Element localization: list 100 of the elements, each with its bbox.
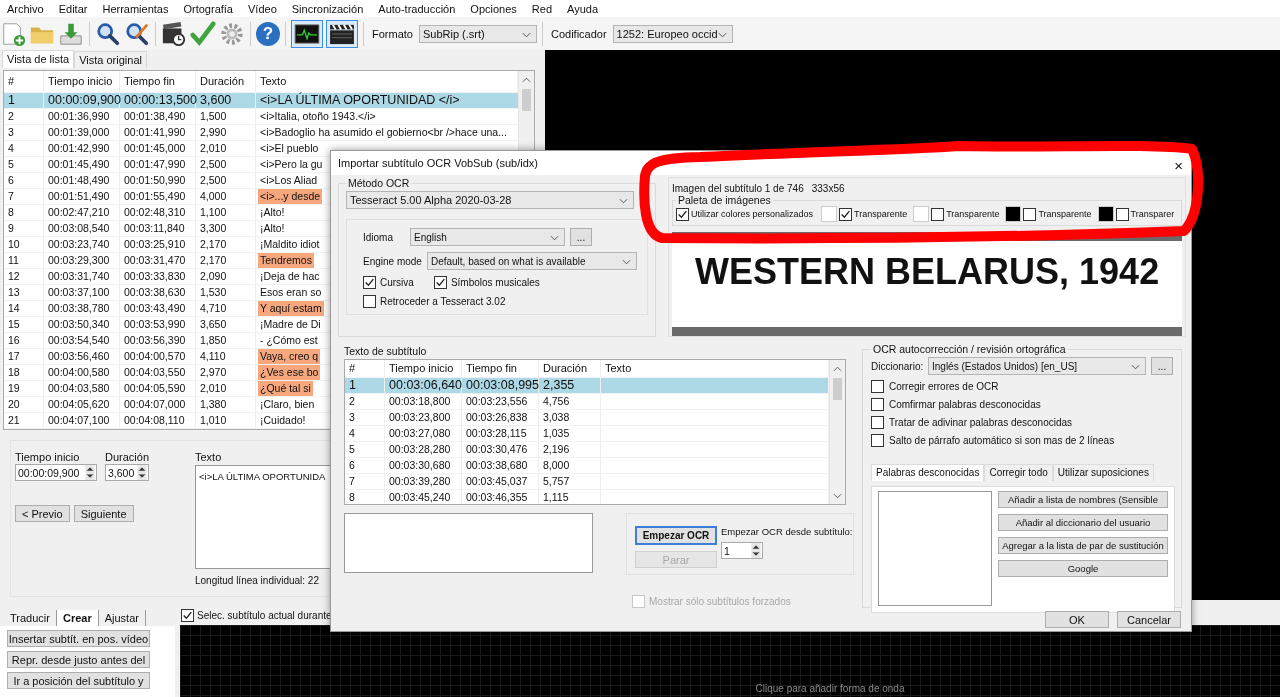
menu-item[interactable]: Editar [58, 2, 88, 15]
start-from-field[interactable]: 1 [721, 542, 763, 559]
previous-button[interactable]: < Previo [15, 505, 70, 522]
checkbox[interactable] [181, 608, 194, 622]
scroll-down-icon[interactable] [833, 493, 842, 499]
color-swatch[interactable] [913, 206, 930, 222]
ocr-text-area[interactable] [344, 513, 593, 573]
checkbox-label: Transparente [1038, 209, 1092, 219]
close-button[interactable]: × [1174, 157, 1183, 173]
menu-item[interactable]: Ortografía [183, 2, 233, 15]
time-field[interactable]: 00:00:09,900 [15, 464, 97, 481]
scroll-up-icon[interactable] [522, 77, 531, 83]
table-cell: 00:03:38,780 [44, 301, 120, 317]
start-ocr-button[interactable]: Empezar OCR [635, 526, 717, 545]
waveform-panel[interactable]: Clique para añadir forma de onda [180, 625, 1280, 697]
search-icon[interactable] [95, 20, 121, 47]
action-button[interactable]: Añadir a lista de nombres (Sensible [998, 491, 1168, 508]
action-button[interactable]: Repr. desde justo antes del [7, 651, 150, 668]
settings-icon[interactable] [219, 20, 245, 47]
color-swatch[interactable] [1005, 206, 1022, 222]
checkbox[interactable] [363, 295, 376, 308]
table-cell: 2 [4, 109, 44, 125]
color-swatch[interactable] [1097, 206, 1114, 222]
view-tab[interactable]: Vista de lista [2, 50, 75, 68]
selected-row[interactable]: 1 00:00:09,900 00:00:13,500 3,600 <i>LA ÚLTIMA OPORTUNIDAD </i> [4, 93, 518, 109]
checkbox-label: Símbolos musicales [450, 277, 540, 288]
checkbox[interactable] [871, 416, 884, 429]
checkbox[interactable] [1115, 207, 1129, 221]
menu-item[interactable]: Sincronización [291, 2, 364, 15]
panel-tab[interactable]: Crear [56, 610, 99, 626]
waveform-toggle[interactable] [291, 19, 323, 48]
next-button[interactable]: Siguiente [73, 505, 134, 522]
table-cell-text: ¡Deja de hac [259, 269, 321, 284]
checkbox[interactable] [871, 434, 884, 447]
language-dropdown[interactable]: English [410, 228, 565, 246]
table-cell: 00:03:43,490 [120, 301, 196, 317]
table-cell: 00:03:25,910 [120, 237, 196, 253]
menu-item[interactable]: Ayuda [567, 2, 598, 15]
word-list[interactable] [878, 491, 992, 606]
new-file-icon[interactable] [0, 20, 26, 47]
table-cell: 3 [345, 410, 385, 426]
more-button[interactable]: ... [570, 228, 592, 246]
scroll-up-icon[interactable] [833, 366, 842, 372]
menu-item[interactable]: Herramientas [102, 2, 169, 15]
menu-item[interactable]: Vídeo [248, 2, 277, 15]
checkbox[interactable] [871, 398, 884, 411]
table-cell: 3,038 [539, 410, 601, 426]
table-cell-text: <i>Badoglio ha asumido el gobierno<br />hace una... [259, 125, 508, 140]
scrollbar[interactable] [829, 360, 845, 504]
panel-tab[interactable]: Utilizar suposiciones [1052, 464, 1154, 481]
menu-item[interactable]: Red [531, 2, 552, 15]
action-button[interactable]: Ir a posición del subtítulo y [7, 672, 150, 689]
checkbox[interactable] [675, 207, 689, 221]
help-button[interactable]: ? [256, 21, 280, 46]
clapper-clock-icon[interactable] [161, 20, 187, 47]
ok-button[interactable]: OK [1045, 611, 1109, 628]
format-dropdown[interactable]: SubRip (.srt) [418, 24, 537, 43]
checkbox[interactable] [839, 207, 852, 221]
spin-icon[interactable] [137, 465, 147, 480]
spin-icon[interactable] [751, 543, 761, 558]
checkbox[interactable] [433, 276, 447, 289]
cancel-button[interactable]: Cancelar [1117, 611, 1181, 628]
checkbox[interactable] [931, 207, 945, 221]
view-tab[interactable]: Vista original [74, 51, 147, 68]
duration-field[interactable]: 3,600 [105, 464, 149, 481]
engine-dropdown[interactable]: Tesseract 5.00 Alpha 2020-03-28 [346, 191, 634, 209]
checkbox[interactable] [363, 276, 376, 289]
table-cell: 1,035 [539, 426, 601, 442]
color-swatch[interactable] [821, 206, 837, 222]
table-cell: ¿Ves ese bo [258, 365, 321, 380]
panel-tab[interactable]: Palabras desconocidas [871, 464, 985, 481]
table-cell: 1,500 [196, 109, 256, 125]
action-button[interactable]: Google [998, 560, 1168, 577]
panel-tab[interactable]: Corregir todo [984, 464, 1053, 481]
scroll-thumb[interactable] [833, 378, 842, 400]
table-cell: 1,115 [539, 490, 601, 504]
action-button[interactable]: Agregar a la lista de par de sustitución [998, 537, 1168, 554]
checkbox[interactable] [871, 380, 884, 393]
table-cell: Vaya, creo q [258, 349, 321, 364]
table-cell: 00:01:41,990 [120, 125, 196, 141]
table-cell: 00:03:38,630 [120, 285, 196, 301]
action-button[interactable]: Añadir al diccionario del usuario [998, 514, 1168, 531]
table-cell: 00:03:39,280 [385, 474, 462, 490]
action-button[interactable]: Insertar subtít. en pos. vídeo [7, 630, 150, 647]
table-cell: 10 [4, 237, 44, 253]
checkmark-icon[interactable] [190, 20, 216, 47]
dictionary-dropdown[interactable]: Inglés (Estados Unidos) [en_US] [928, 357, 1146, 375]
more-button[interactable]: ... [1151, 357, 1173, 375]
menu-item[interactable]: Opciones [470, 2, 517, 15]
encoding-dropdown[interactable]: 1252: Europeo occid [612, 24, 733, 43]
selected-row[interactable]: 1 00:03:06,640 00:03:08,995 2,355 [345, 378, 829, 394]
menu-item[interactable]: Archivo [7, 2, 44, 15]
video-toggle[interactable] [326, 19, 358, 48]
checkbox[interactable] [1023, 207, 1037, 221]
spin-icon[interactable] [85, 465, 95, 480]
find-replace-icon[interactable] [124, 20, 150, 47]
engine-mode-dropdown[interactable]: Default, based on what is available [426, 252, 637, 270]
table-cell: 2,355 [539, 378, 601, 394]
scroll-thumb[interactable] [522, 89, 531, 111]
menu-item[interactable]: Auto-traducción [378, 2, 456, 15]
